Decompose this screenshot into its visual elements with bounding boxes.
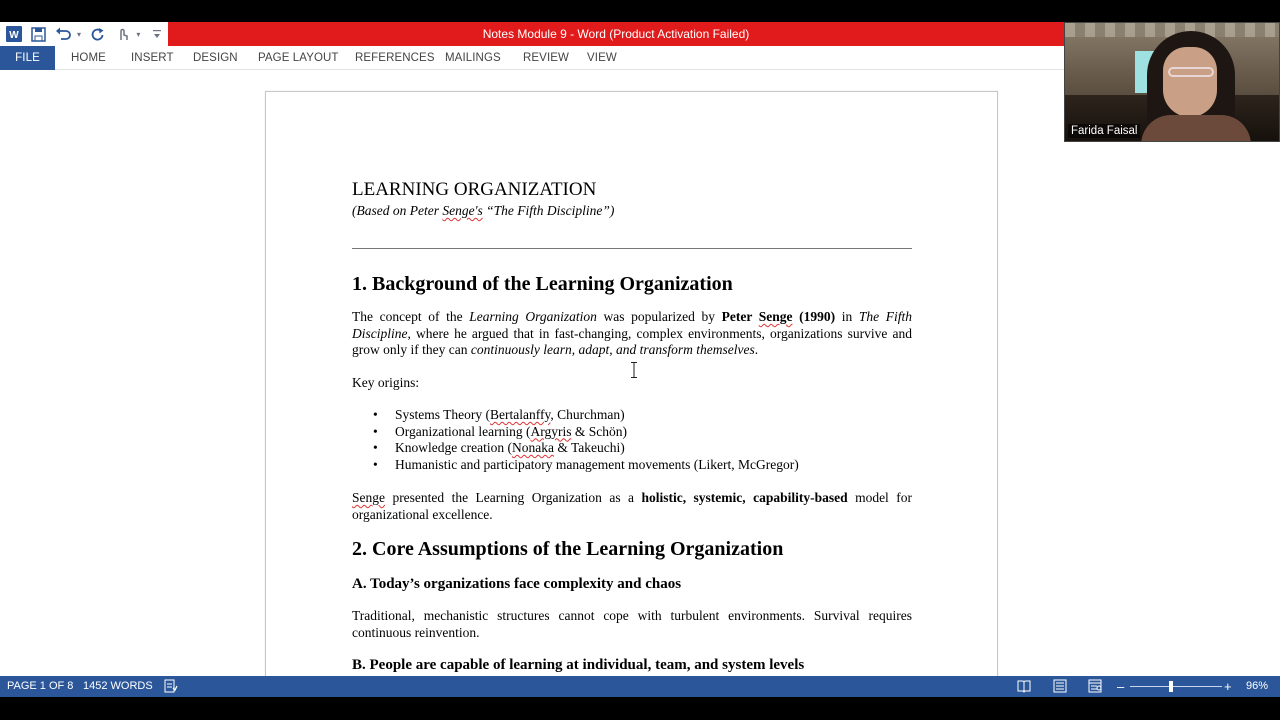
text-run: Argyris [530,423,572,439]
subsection-a-paragraph: Traditional, mechanistic structures cann… [352,608,912,640]
web-layout-icon[interactable] [1088,679,1102,693]
save-icon[interactable] [28,23,50,45]
presenter-face [1163,47,1217,117]
list-item: Knowledge creation (Nonaka & Takeuchi) [373,440,912,457]
text-run: Knowledge creation ( [395,440,512,455]
text-run: , Churchman) [550,407,625,422]
zoom-in-button[interactable]: + [1224,676,1232,697]
tab-mailings[interactable]: MAILINGS [445,46,501,70]
text-run: . [754,342,759,357]
zoom-level[interactable]: 96% [1246,676,1268,697]
text-run: Peter [721,309,759,324]
origins-list: Systems Theory (Bertalanffy, Churchman) … [373,407,912,474]
svg-text:W: W [9,30,19,41]
subtitle-part: (Based on Peter [352,203,443,218]
text-run: presented the Learning Organization as a [385,490,642,505]
text-cursor-icon [631,362,637,378]
text-run: was popularized by [596,309,722,324]
section-1-paragraph-1: The concept of the Learning Organization… [352,309,912,359]
zoom-out-button[interactable]: – [1117,676,1124,697]
document-area[interactable]: LEARNING ORGANIZATION (Based on Peter Se… [0,71,1280,676]
zoom-slider[interactable] [1130,686,1222,687]
text-run: Humanistic and participatory management … [395,456,799,472]
list-item: Humanistic and participatory management … [373,456,912,474]
tab-view[interactable]: VIEW [587,46,617,70]
tab-home[interactable]: HOME [71,46,106,70]
document-page[interactable]: LEARNING ORGANIZATION (Based on Peter Se… [265,91,998,676]
presenter-glasses [1168,67,1214,77]
undo-icon[interactable] [52,23,74,45]
presenter-name: Farida Faisal [1068,124,1141,138]
tab-insert[interactable]: INSERT [131,46,174,70]
text-run: Learning Organization [469,309,597,324]
text-run: The concept of the [352,309,470,324]
touch-dropdown-icon[interactable]: ▾ [133,23,143,45]
word-icon[interactable]: W [3,23,25,45]
print-layout-icon[interactable] [1053,679,1067,693]
quick-access-toolbar: W ▾ ▾ [0,22,168,46]
ribbon-tabs: FILE HOME INSERT DESIGN PAGE LAYOUT REFE… [0,46,1064,70]
doc-subtitle: (Based on Peter Senge's “The Fifth Disci… [352,202,912,220]
text-run: Bertalanffy [490,407,551,422]
doc-title: LEARNING ORGANIZATION [352,179,597,200]
document-content: LEARNING ORGANIZATION (Based on Peter Se… [352,178,912,675]
redo-icon[interactable] [87,23,109,45]
word-window: W ▾ ▾ Notes Module 9 - Word (Product Act… [0,0,1280,720]
text-run: in [835,309,859,324]
title-bar: W ▾ ▾ Notes Module 9 - Word (Product Act… [0,22,1064,46]
text-run: Systems Theory ( [395,407,490,422]
page-count[interactable]: PAGE 1 OF 8 [7,676,73,697]
read-mode-icon[interactable] [1017,679,1031,693]
list-item: Organizational learning (Argyris & Schön… [373,423,912,441]
screen-top-band [0,0,1280,22]
zoom-slider-thumb[interactable] [1169,681,1174,692]
customize-icon[interactable] [146,23,168,45]
touch-mode-icon[interactable] [112,23,134,45]
text-run: & Takeuchi) [553,440,625,455]
presenter-body [1141,115,1251,141]
section-2-heading: 2. Core Assumptions of the Learning Orga… [352,538,784,560]
horizontal-rule [352,248,912,249]
word-count[interactable]: 1452 WORDS [83,676,153,697]
text-run: Nonaka [511,440,554,455]
section-1-heading: 1. Background of the Learning Organizati… [352,273,733,295]
subtitle-part: “The Fifth Discipline”) [482,203,615,218]
proofing-icon[interactable] [164,679,178,693]
text-run: Senge [758,309,793,324]
text-run: Senge [352,490,385,505]
tab-page-layout[interactable]: PAGE LAYOUT [258,46,339,70]
list-item: Systems Theory (Bertalanffy, Churchman) [373,407,912,424]
text-run: & Schön) [571,423,627,439]
text-run: (1990) [792,309,836,324]
tab-review[interactable]: REVIEW [523,46,569,70]
screen-bottom-band [0,697,1280,720]
webcam-overlay: Farida Faisal [1064,22,1280,142]
window-title: Notes Module 9 - Word (Product Activatio… [168,22,1064,46]
tab-references[interactable]: REFERENCES [355,46,435,70]
subsection-b-heading: B. People are capable of learning at ind… [352,657,805,673]
status-bar: PAGE 1 OF 8 1452 WORDS – + 96% [0,676,1280,697]
text-run: continuously learn, adapt, and transform… [470,342,755,357]
text-run: holistic, systemic, capability-based [641,490,848,505]
section-1-paragraph-2: Senge presented the Learning Organizatio… [352,490,912,523]
text-run: Organizational learning ( [395,423,531,439]
subsection-a-heading: A. Today’s organizations face complexity… [352,576,682,592]
subtitle-part: Senge's [442,203,483,218]
tab-design[interactable]: DESIGN [193,46,238,70]
undo-dropdown-icon[interactable]: ▾ [74,23,84,45]
tab-file[interactable]: FILE [0,46,55,70]
